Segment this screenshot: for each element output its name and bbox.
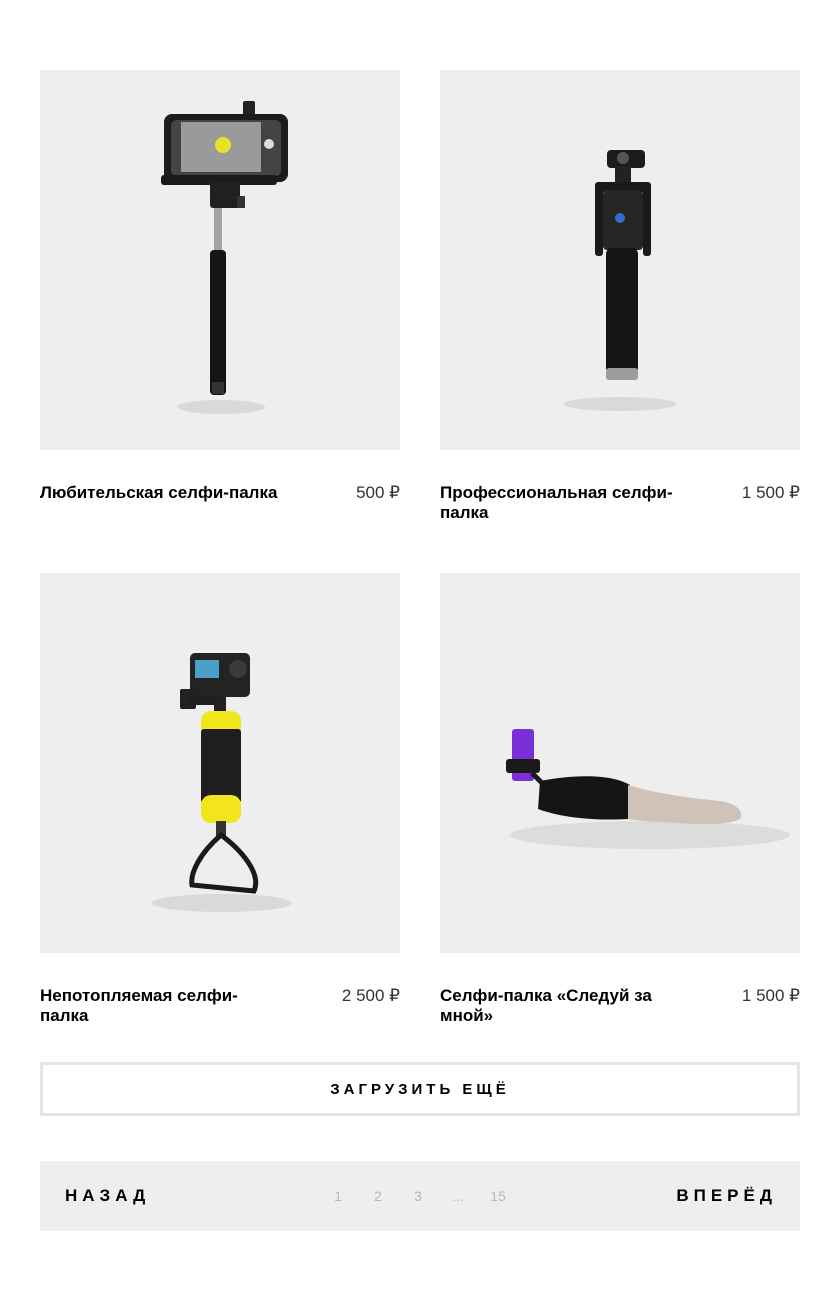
follow-me-selfie-stick-icon — [506, 729, 790, 849]
product-image-follow-me-selfie-stick[interactable] — [440, 573, 800, 953]
page-link-3[interactable]: 3 — [398, 1188, 438, 1204]
page-link-2[interactable]: 2 — [358, 1188, 398, 1204]
product-image-amateur-selfie-stick[interactable] — [40, 70, 400, 450]
product-title[interactable]: Любительская селфи-палка — [40, 483, 280, 503]
product-info: Непотопляемая селфи-палка 2 500 ₽ — [40, 986, 400, 1030]
product-card[interactable]: Селфи-палка «Следуй за мной» 1 500 ₽ — [440, 573, 800, 1030]
pagination: НАЗАД 1 2 3 ... 15 ВПЕРЁД — [40, 1161, 800, 1231]
pagination-prev-button[interactable]: НАЗАД — [65, 1186, 150, 1206]
product-card[interactable]: Непотопляемая селфи-палка 2 500 ₽ — [40, 573, 400, 1030]
product-price: 1 500 ₽ — [741, 483, 800, 502]
page-link-15[interactable]: 15 — [478, 1188, 518, 1204]
pagination-next-button[interactable]: ВПЕРЁД — [676, 1186, 777, 1206]
product-info: Селфи-палка «Следуй за мной» 1 500 ₽ — [440, 986, 800, 1030]
product-title[interactable]: Селфи-палка «Следуй за мной» — [440, 986, 680, 1026]
amateur-selfie-stick-icon — [161, 101, 288, 414]
product-image-professional-selfie-stick[interactable] — [440, 70, 800, 450]
product-price: 500 ₽ — [356, 483, 400, 502]
pagination-pages: 1 2 3 ... 15 — [318, 1161, 518, 1231]
page-ellipsis: ... — [452, 1188, 464, 1204]
product-price: 2 500 ₽ — [341, 986, 400, 1005]
product-info: Профессиональная селфи-палка 1 500 ₽ — [440, 483, 800, 527]
load-more-button[interactable]: ЗАГРУЗИТЬ ЕЩЁ — [40, 1062, 800, 1116]
professional-selfie-stick-icon — [564, 150, 676, 411]
product-card[interactable]: Профессиональная селфи-палка 1 500 ₽ — [440, 70, 800, 527]
product-title[interactable]: Непотопляемая селфи-палка — [40, 986, 280, 1026]
product-price: 1 500 ₽ — [741, 986, 800, 1005]
product-info: Любительская селфи-палка 500 ₽ — [40, 483, 400, 527]
page-link-1[interactable]: 1 — [318, 1188, 358, 1204]
product-card[interactable]: Любительская селфи-палка 500 ₽ — [40, 70, 400, 527]
product-title[interactable]: Профессиональная селфи-палка — [440, 483, 680, 523]
floating-selfie-stick-icon — [152, 653, 292, 912]
product-grid: Любительская селфи-палка 500 ₽ Профессио… — [40, 70, 800, 1030]
product-image-floating-selfie-stick[interactable] — [40, 573, 400, 953]
